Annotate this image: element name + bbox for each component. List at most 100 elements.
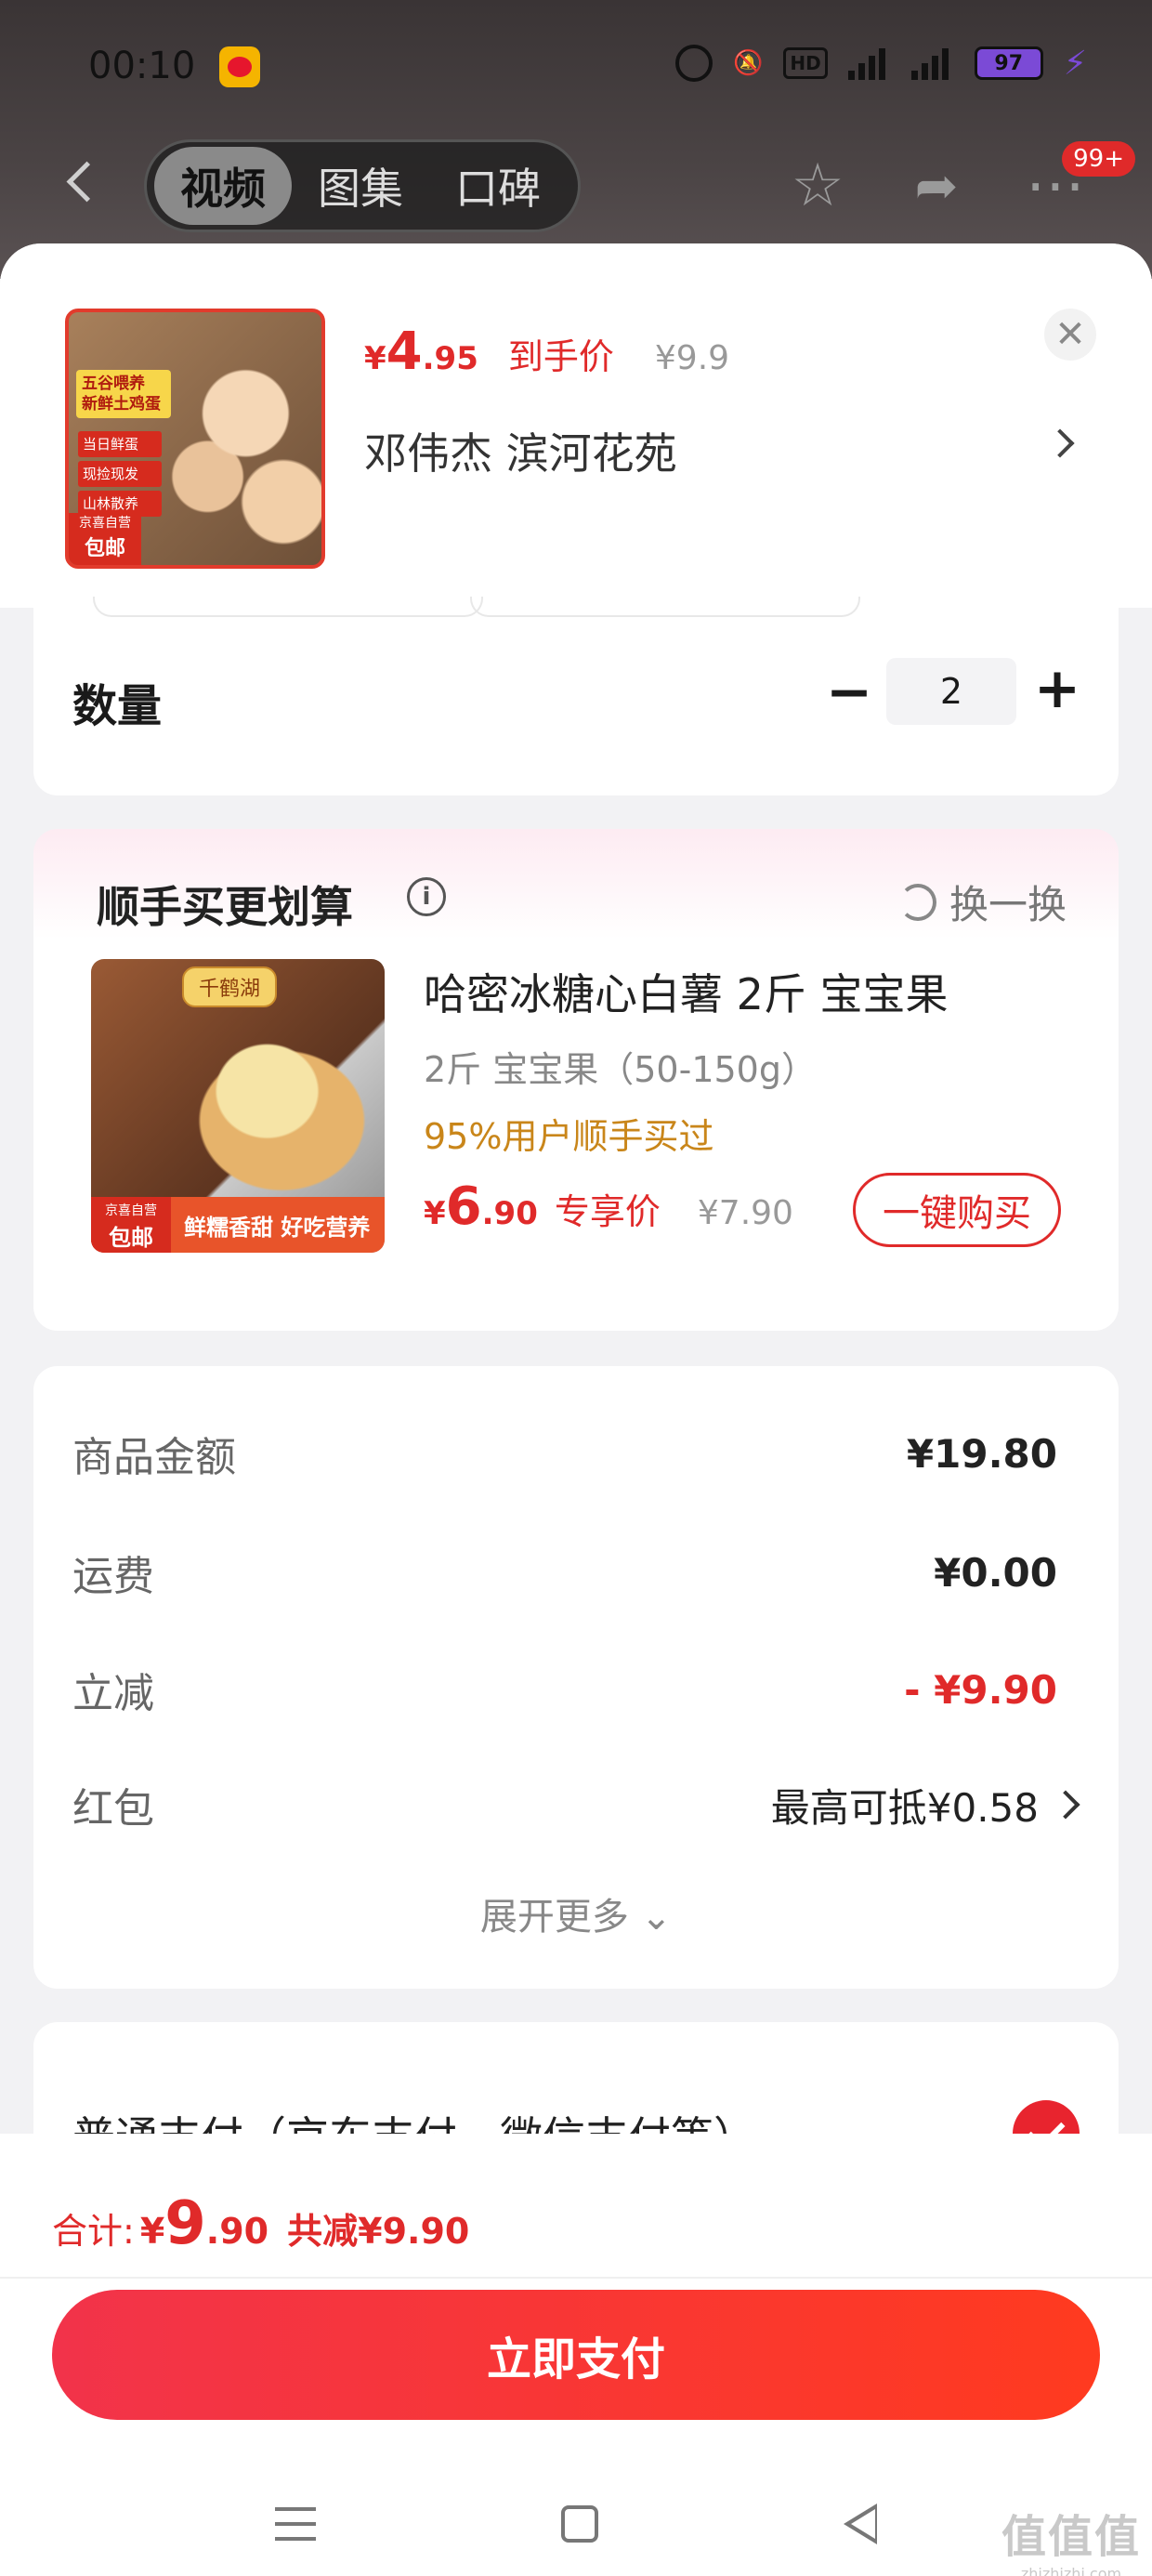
quantity-input[interactable]: 2 [886, 658, 1016, 725]
original-price: ¥7.90 [697, 1194, 793, 1232]
image-tag-item: 当日鲜蛋 [78, 431, 162, 457]
price-int: 6 [445, 1176, 482, 1237]
fee-label: 商品金额 [72, 1434, 236, 1481]
red-packet-row[interactable]: 红包 最高可抵¥0.58 [72, 1777, 1080, 1833]
upsell-name[interactable]: 哈密冰糖心白薯 2斤 宝宝果 [424, 961, 949, 1022]
close-icon[interactable]: ✕ [1044, 309, 1096, 361]
discount-value: - ¥9.90 [904, 1666, 1057, 1713]
upsell-price: ¥6.90 专享价 ¥7.90 [424, 1176, 793, 1237]
video-nav: 视频 图集 口碑 ☆ ➦ ⋯ [0, 139, 1152, 232]
signal-icon-2 [910, 46, 954, 80]
refresh-icon [898, 883, 936, 921]
divider [0, 2277, 1152, 2279]
back-icon[interactable] [56, 154, 111, 210]
fee-row: 商品金额 ¥19.80 [72, 1426, 1076, 1482]
delivery-address[interactable]: 邓伟杰 滨河花苑 [364, 420, 677, 481]
free-shipping-label: 包邮 [84, 537, 125, 560]
tab-video[interactable]: 视频 [154, 147, 292, 225]
status-icons: 🔕 HD 97 ⚡ [675, 44, 1087, 83]
upsell-title: 顺手买更划算 [97, 882, 353, 932]
price-currency: ¥ [424, 1195, 446, 1232]
price-label: 到手价 [507, 336, 614, 377]
image-tags: 当日鲜蛋 现捡现发 山林散养 [78, 431, 162, 520]
fee-card: 商品金额 ¥19.80 运费 ¥0.00 立减 - ¥9.90 红包 最高可抵¥… [33, 1366, 1119, 1989]
image-tag-item: 现捡现发 [78, 461, 162, 487]
price-label: 专享价 [554, 1191, 661, 1232]
product-header: 五谷喂养 新鲜土鸡蛋 当日鲜蛋 现捡现发 山林散养 京喜自营 包邮 ¥4.95 … [0, 243, 1152, 608]
free-shipping-label: 包邮 [109, 1225, 153, 1251]
tab-reviews[interactable]: 口碑 [429, 147, 567, 225]
menu-icon[interactable] [275, 2507, 316, 2541]
option-chip-edge [470, 597, 860, 617]
original-price: ¥9.9 [654, 339, 730, 377]
battery-icon: 97 [974, 46, 1043, 80]
total-currency: ¥ [139, 2211, 165, 2252]
status-bar: 00:10 🔕 HD 97 ⚡ [0, 0, 1152, 139]
pay-now-button[interactable]: 立即支付 [52, 2290, 1100, 2420]
fee-label: 立减 [72, 1670, 154, 1717]
fee-value: ¥19.80 [906, 1430, 1057, 1477]
product-price: ¥4.95 到手价 ¥9.9 [364, 322, 729, 382]
home-icon[interactable] [561, 2505, 598, 2543]
jd-label: 京喜自营 [105, 1203, 157, 1218]
alarm-icon [675, 45, 713, 82]
bottom-bar: 合计: ¥ 9 .90 共减¥9.90 立即支付 [0, 2134, 1152, 2576]
notification-badge: 99+ [1062, 141, 1135, 177]
price-block: ¥4.95 [364, 322, 478, 382]
watermark-domain: zhizhizhi.com [1020, 2565, 1122, 2576]
upsell-rate: 95%用户顺手买过 [424, 1116, 714, 1157]
price-dec: .95 [422, 340, 478, 377]
jd-label: 京喜自营 [79, 516, 131, 531]
one-click-buy-button[interactable]: 一键购买 [853, 1173, 1061, 1247]
media-tabs: 视频 图集 口碑 [144, 139, 581, 232]
system-nav-bar [0, 2479, 1152, 2576]
image-brand: 千鹤湖 [182, 966, 278, 1007]
signal-icon [847, 46, 891, 80]
chevron-right-icon[interactable] [1050, 429, 1078, 457]
image-slogan: 鲜糯香甜 好吃营养 [184, 1214, 371, 1241]
image-bottom-strip: 京喜自营 包邮 鲜糯香甜 好吃营养 [91, 1197, 385, 1253]
red-packet-value: 最高可抵¥0.58 [770, 1777, 1080, 1833]
watermark: 值值值 zhizhizhi.com [1001, 2500, 1141, 2576]
weibo-icon [219, 46, 260, 87]
quantity-card: 数量 − 2 + [33, 597, 1119, 795]
hd-icon: HD [783, 47, 828, 79]
swap-button[interactable]: 换一换 [898, 874, 1067, 930]
fee-row: 运费 ¥0.00 [72, 1544, 1076, 1601]
quantity-label: 数量 [72, 680, 163, 732]
total-savings: 共减¥9.90 [287, 2211, 470, 2252]
quantity-minus-button[interactable]: − [821, 660, 877, 725]
fee-label: 红包 [72, 1785, 154, 1833]
quantity-plus-button[interactable]: + [1029, 656, 1085, 721]
fee-row: 立减 - ¥9.90 [72, 1662, 1076, 1718]
upsell-image[interactable]: 千鹤湖 京喜自营 包邮 鲜糯香甜 好吃营养 [91, 959, 385, 1253]
total-int: 9 [164, 2189, 206, 2258]
upsell-card: 顺手买更划算 i 换一换 千鹤湖 京喜自营 包邮 鲜糯香甜 好吃营养 哈密冰糖心… [33, 829, 1119, 1331]
price-currency: ¥ [364, 340, 386, 377]
mute-icon: 🔕 [733, 49, 764, 77]
watermark-text: 值值值 [1001, 2511, 1141, 2563]
system-back-icon[interactable] [844, 2504, 877, 2544]
product-image: 五谷喂养 新鲜土鸡蛋 当日鲜蛋 现捡现发 山林散养 京喜自营 包邮 [65, 309, 325, 569]
fee-label: 运费 [72, 1553, 154, 1600]
info-icon[interactable]: i [407, 877, 446, 916]
star-icon[interactable]: ☆ [782, 151, 853, 221]
tab-gallery[interactable]: 图集 [292, 147, 429, 225]
image-tag: 五谷喂养 新鲜土鸡蛋 [76, 370, 171, 418]
option-chip-edge [93, 597, 483, 617]
status-time: 00:10 [88, 45, 196, 87]
fee-value: ¥0.00 [934, 1549, 1057, 1596]
red-packet-text: 最高可抵¥0.58 [770, 1784, 1039, 1831]
expand-more-button[interactable]: 展开更多 ⌄ [33, 1886, 1119, 1940]
charging-icon: ⚡ [1063, 44, 1087, 83]
jd-strip: 京喜自营 包邮 [91, 1197, 171, 1253]
jd-strip: 京喜自营 包邮 [69, 513, 141, 565]
upsell-spec: 2斤 宝宝果（50-150g） [424, 1049, 817, 1090]
share-icon[interactable]: ➦ [901, 151, 972, 221]
total-dec: .90 [205, 2211, 269, 2252]
price-int: 4 [386, 322, 423, 382]
price-dec: .90 [481, 1195, 538, 1232]
total-label: 合计: [52, 2211, 135, 2252]
chevron-right-icon [1051, 1790, 1080, 1820]
total-row: 合计: ¥ 9 .90 共减¥9.90 [52, 2189, 469, 2258]
